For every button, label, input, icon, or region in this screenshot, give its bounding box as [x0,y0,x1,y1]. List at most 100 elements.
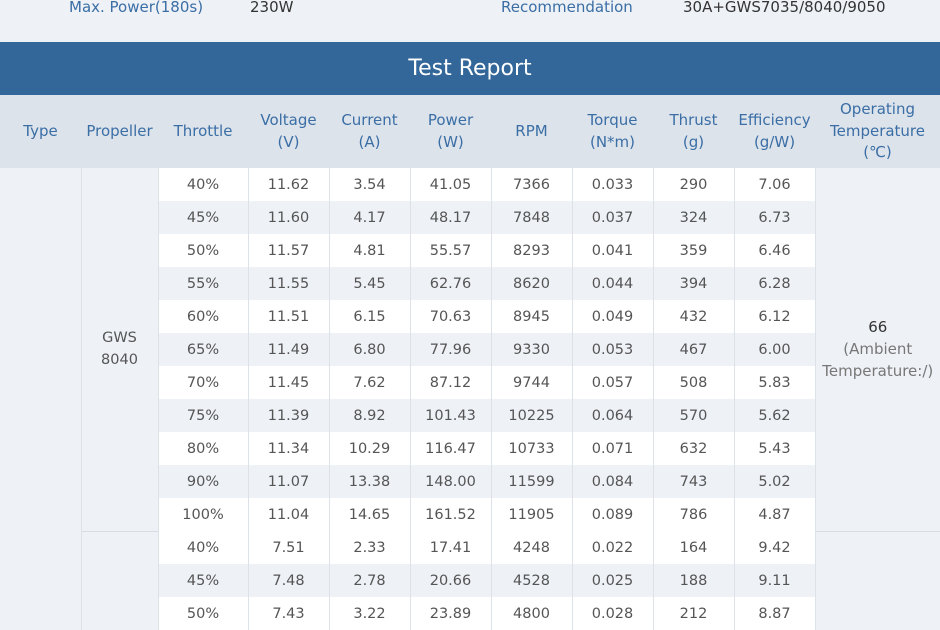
data-cell: 0.037 [572,201,653,234]
column-header-line: Power [428,111,473,129]
data-cell: 75% [158,399,248,432]
data-cell: 9744 [491,366,572,399]
data-cell: 11.57 [248,234,329,267]
column-header-line: Thrust [669,111,717,129]
data-cell: 7.62 [329,366,410,399]
data-cell: 11.34 [248,432,329,465]
column-header-line: (N*m) [590,133,635,151]
data-cell: 11.62 [248,168,329,201]
data-cell: 7.48 [248,564,329,597]
data-cell: 148.00 [410,465,491,498]
data-cell: 2.33 [329,531,410,564]
data-cell: 11.55 [248,267,329,300]
data-cell: 5.43 [734,432,815,465]
data-cell: 324 [653,201,734,234]
column-header-line: (W) [437,133,464,151]
data-cell: 14.65 [329,498,410,531]
data-cell: 9330 [491,333,572,366]
spec-value-recommendation: 30A+GWS7035/8040/9050 [683,0,886,16]
temperature-cell: 66(AmbientTemperature:/) [815,168,940,531]
data-cell: 11.04 [248,498,329,531]
data-cell: 6.15 [329,300,410,333]
data-cell: 5.45 [329,267,410,300]
data-cell: 632 [653,432,734,465]
column-header: Current(A) [329,95,410,168]
data-cell: 40% [158,531,248,564]
spec-value-max-power: 230W [250,0,293,16]
data-cell: 17.41 [410,531,491,564]
temperature-note-line: (Ambient [816,338,940,360]
data-cell: 786 [653,498,734,531]
data-cell: 0.049 [572,300,653,333]
data-cell: 70% [158,366,248,399]
table-header-row: TypePropellerThrottleVoltage(V)Current(A… [0,95,940,168]
column-header-line: (g/W) [754,133,795,151]
column-header: Efficiency(g/W) [734,95,815,168]
column-header-line: RPM [515,122,547,140]
data-cell: 6.73 [734,201,815,234]
data-cell: 40% [158,168,248,201]
data-cell: 0.084 [572,465,653,498]
data-cell: 7.06 [734,168,815,201]
table-body: GWS804040%11.623.5441.0573660.0332907.06… [0,168,940,630]
type-cell [0,168,81,630]
data-cell: 0.033 [572,168,653,201]
data-cell: 4248 [491,531,572,564]
column-header: Throttle [158,95,248,168]
data-cell: 4528 [491,564,572,597]
spec-label-max-power: Max. Power(180s) [69,0,203,16]
data-cell: 0.044 [572,267,653,300]
data-cell: 4.81 [329,234,410,267]
data-cell: 11.07 [248,465,329,498]
data-cell: 5.83 [734,366,815,399]
table-row: GWS804040%11.623.5441.0573660.0332907.06… [0,168,940,201]
data-cell: 48.17 [410,201,491,234]
data-cell: 0.071 [572,432,653,465]
data-cell: 60% [158,300,248,333]
column-header-line: (V) [278,133,300,151]
column-header: Thrust (g) [653,95,734,168]
table-row: 40%7.512.3317.4142480.0221649.42 [0,531,940,564]
data-cell: 55.57 [410,234,491,267]
data-cell: 87.12 [410,366,491,399]
data-cell: 11.39 [248,399,329,432]
data-cell: 70.63 [410,300,491,333]
data-cell: 7366 [491,168,572,201]
data-cell: 41.05 [410,168,491,201]
data-cell: 0.022 [572,531,653,564]
data-cell: 10225 [491,399,572,432]
data-cell: 80% [158,432,248,465]
data-cell: 7848 [491,201,572,234]
data-cell: 62.76 [410,267,491,300]
data-cell: 3.54 [329,168,410,201]
data-cell: 77.96 [410,333,491,366]
data-cell: 10733 [491,432,572,465]
column-header-line: (g) [683,133,704,151]
column-header-line: Operating [840,100,915,118]
column-header-line: Torque [588,111,638,129]
spec-summary: Max. Power(180s) 230W Recommendation 30A… [0,0,940,42]
data-cell: 743 [653,465,734,498]
data-cell: 5.62 [734,399,815,432]
data-cell: 11599 [491,465,572,498]
data-cell: 2.78 [329,564,410,597]
column-header-line: (A) [359,133,381,151]
propeller-name-line: 8040 [101,352,138,368]
data-cell: 55% [158,267,248,300]
data-cell: 7.51 [248,531,329,564]
data-cell: 8.92 [329,399,410,432]
data-cell: 100% [158,498,248,531]
propeller-cell [81,531,158,630]
column-header: RPM [491,95,572,168]
data-cell: 6.80 [329,333,410,366]
column-header-line: Type [23,122,57,140]
data-cell: 164 [653,531,734,564]
temperature-note-line: Temperature:/) [816,360,940,382]
data-cell: 0.025 [572,564,653,597]
data-cell: 0.064 [572,399,653,432]
data-cell: 116.47 [410,432,491,465]
data-cell: 508 [653,366,734,399]
data-cell: 11905 [491,498,572,531]
temperature-cell [815,531,940,630]
column-header: Voltage(V) [248,95,329,168]
